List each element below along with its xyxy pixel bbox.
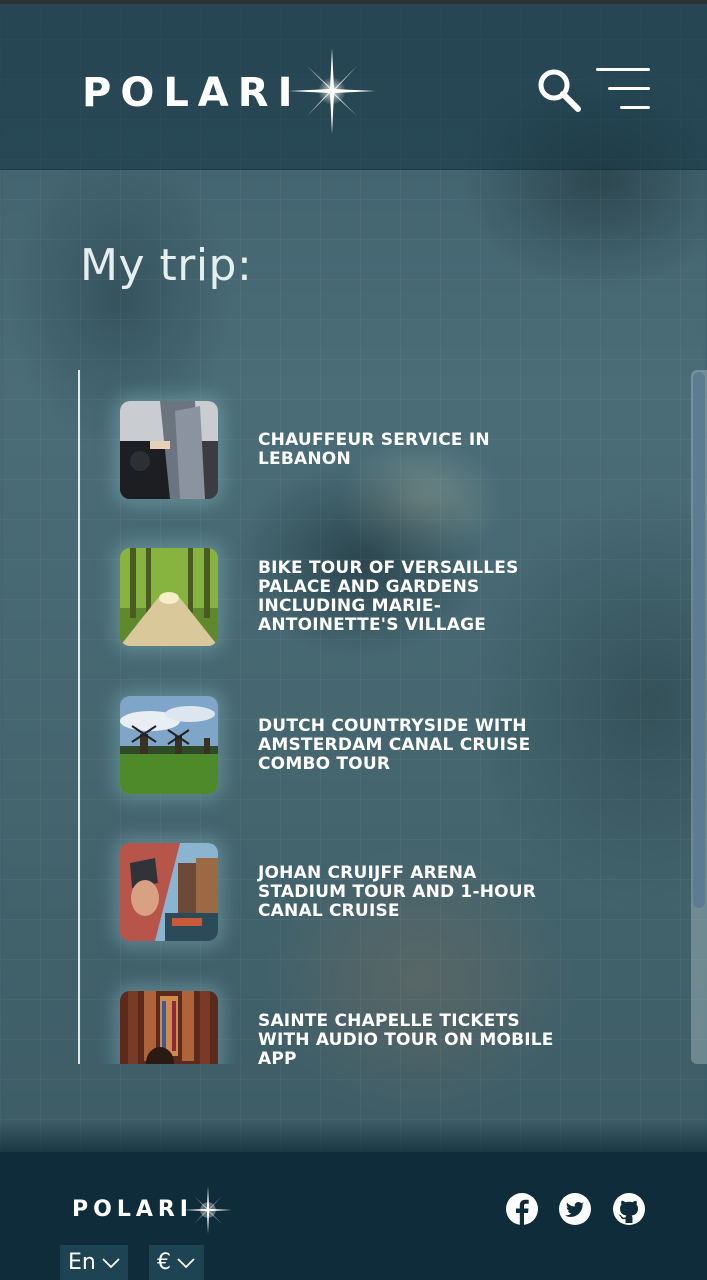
trip-title[interactable]: CHAUFFEUR SERVICE IN LEBANON bbox=[258, 431, 558, 469]
chauffeur-photo[interactable] bbox=[120, 401, 218, 499]
trip-title[interactable]: DUTCH COUNTRYSIDE WITH AMSTERDAM CANAL C… bbox=[258, 716, 558, 774]
trip-title[interactable]: JOHAN CRUIJFF ARENA STADIUM TOUR AND 1-H… bbox=[258, 863, 558, 921]
page-title: My trip: bbox=[80, 240, 253, 291]
logo-text: POLARI bbox=[72, 1197, 193, 1222]
chapel-interior-photo[interactable] bbox=[120, 991, 218, 1064]
github-icon[interactable] bbox=[612, 1192, 646, 1226]
list-item[interactable]: JOHAN CRUIJFF ARENA STADIUM TOUR AND 1-H… bbox=[120, 842, 600, 942]
scrollbar-track[interactable] bbox=[691, 370, 707, 1064]
twitter-icon[interactable] bbox=[558, 1192, 592, 1226]
trip-title[interactable]: BIKE TOUR OF VERSAILLES PALACE AND GARDE… bbox=[258, 559, 558, 635]
site-logo[interactable]: POLARI bbox=[82, 48, 377, 134]
list-item[interactable]: SAINTE CHAPELLE TICKETS WITH AUDIO TOUR … bbox=[120, 990, 600, 1064]
trip-list[interactable]: CHAUFFEUR SERVICE IN LEBANON BIKE TOUR O… bbox=[78, 370, 707, 1064]
chevron-down-icon bbox=[177, 1257, 195, 1268]
list-item[interactable]: DUTCH COUNTRYSIDE WITH AMSTERDAM CANAL C… bbox=[120, 695, 600, 795]
language-value: En bbox=[68, 1250, 96, 1275]
star-sparkle-icon bbox=[287, 46, 377, 136]
language-select[interactable]: En bbox=[60, 1245, 128, 1280]
tree-lined-path-photo[interactable] bbox=[120, 548, 218, 646]
hamburger-menu-icon[interactable] bbox=[592, 68, 650, 112]
footer-logo[interactable]: POLARI bbox=[72, 1185, 233, 1235]
trip-title[interactable]: SAINTE CHAPELLE TICKETS WITH AUDIO TOUR … bbox=[258, 1011, 558, 1064]
list-item[interactable]: BIKE TOUR OF VERSAILLES PALACE AND GARDE… bbox=[120, 547, 600, 647]
windmills-photo[interactable] bbox=[120, 696, 218, 794]
chevron-down-icon bbox=[102, 1257, 120, 1268]
currency-value: € bbox=[157, 1250, 171, 1275]
logo-text: POLARI bbox=[82, 70, 302, 116]
stadium-canal-photo[interactable] bbox=[120, 843, 218, 941]
currency-select[interactable]: € bbox=[149, 1245, 204, 1280]
search-icon[interactable] bbox=[536, 67, 582, 113]
site-header: POLARI bbox=[0, 4, 707, 170]
star-sparkle-icon bbox=[183, 1185, 233, 1235]
facebook-icon[interactable] bbox=[505, 1192, 539, 1226]
scrollbar-thumb[interactable] bbox=[693, 372, 705, 908]
list-item[interactable]: CHAUFFEUR SERVICE IN LEBANON bbox=[120, 400, 600, 500]
